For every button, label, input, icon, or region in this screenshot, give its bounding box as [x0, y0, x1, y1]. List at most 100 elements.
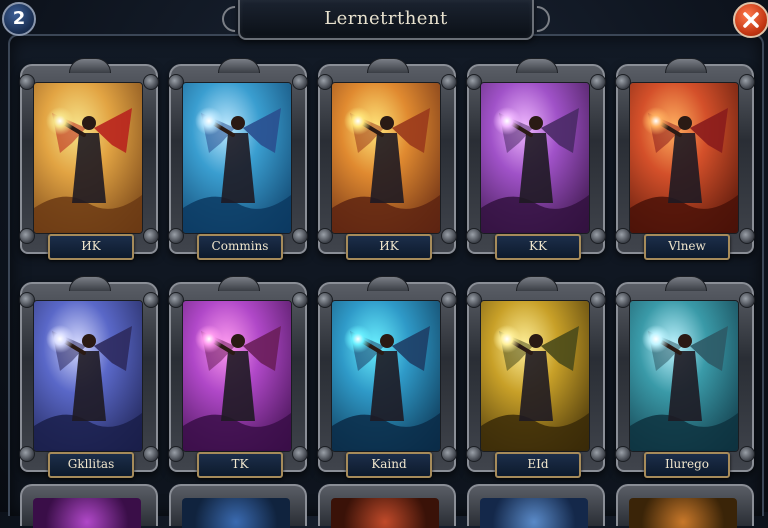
frame-rivet	[590, 74, 606, 90]
card-name-plate: KK	[495, 234, 581, 260]
card-art	[331, 300, 441, 452]
card-frame: Gkllitas	[19, 276, 159, 478]
card-crest	[516, 276, 558, 291]
card-art	[182, 300, 292, 452]
page-title: Lernetrthent	[324, 8, 448, 29]
card-art	[480, 82, 590, 234]
frame-rivet	[441, 446, 457, 462]
frame-rivet	[143, 446, 159, 462]
card-art	[182, 82, 292, 234]
close-icon	[743, 12, 759, 28]
hero-card-partial[interactable]	[616, 484, 754, 528]
card-frame: TK	[168, 276, 308, 478]
card-name: ИK	[379, 239, 399, 253]
card-art-image	[630, 301, 738, 451]
card-art	[331, 498, 439, 528]
hero-card[interactable]: KK	[466, 58, 606, 260]
card-art	[480, 498, 588, 528]
card-name: Commins	[211, 239, 269, 253]
card-frame: ИK	[19, 58, 159, 260]
card-name-plate: Ilurego	[644, 452, 730, 478]
card-crest	[218, 276, 260, 291]
hero-card[interactable]: Commins	[168, 58, 308, 260]
card-crest	[69, 58, 111, 73]
frame-rivet	[441, 74, 457, 90]
title-banner: Lernetrthent	[216, 0, 556, 40]
frame-rivet	[590, 446, 606, 462]
frame-rivet	[292, 228, 308, 244]
frame-rivet	[292, 446, 308, 462]
hero-card[interactable]: TK	[168, 276, 308, 478]
count-badge[interactable]: 2	[2, 2, 36, 36]
card-name: TK	[231, 457, 249, 471]
card-art	[331, 82, 441, 234]
card-name-plate: ИK	[48, 234, 134, 260]
card-art-image	[481, 83, 589, 233]
card-art	[182, 498, 290, 528]
hero-card[interactable]: EId	[466, 276, 606, 478]
hero-card[interactable]: Vlnew	[615, 58, 755, 260]
card-art-image	[183, 301, 291, 451]
card-art-image	[332, 301, 440, 451]
frame-rivet	[739, 228, 755, 244]
card-art-image	[34, 301, 142, 451]
card-crest	[367, 276, 409, 291]
frame-rivet	[292, 292, 308, 308]
hero-card[interactable]: ИK	[19, 58, 159, 260]
card-crest	[516, 58, 558, 73]
card-art	[33, 498, 141, 528]
frame-rivet	[441, 228, 457, 244]
card-frame: EId	[466, 276, 606, 478]
frame-rivet	[739, 74, 755, 90]
frame-rivet	[143, 74, 159, 90]
card-art-image	[481, 301, 589, 451]
card-frame: ИK	[317, 58, 457, 260]
card-art-image	[34, 83, 142, 233]
hero-card[interactable]: ИK	[317, 58, 457, 260]
card-art	[629, 300, 739, 452]
frame-rivet	[739, 292, 755, 308]
hero-card-partial[interactable]	[20, 484, 158, 528]
card-name-plate: Commins	[197, 234, 283, 260]
card-frame: Ilurego	[615, 276, 755, 478]
card-frame: KK	[466, 58, 606, 260]
hero-card[interactable]: Gkllitas	[19, 276, 159, 478]
card-name: Ilurego	[664, 457, 710, 471]
frame-rivet	[590, 292, 606, 308]
hero-card-partial[interactable]	[169, 484, 307, 528]
card-art-image	[332, 83, 440, 233]
card-name: Kaind	[371, 457, 407, 471]
card-name-plate: EId	[495, 452, 581, 478]
card-art	[33, 82, 143, 234]
card-frame: Commins	[168, 58, 308, 260]
frame-rivet	[143, 228, 159, 244]
hero-card[interactable]: Ilurego	[615, 276, 755, 478]
close-button[interactable]	[733, 2, 768, 38]
card-art	[629, 82, 739, 234]
card-name: Gkllitas	[67, 457, 115, 471]
card-name: KK	[529, 239, 547, 253]
card-name: Vlnew	[668, 239, 706, 253]
hero-card-partial[interactable]	[467, 484, 605, 528]
card-name-plate: Vlnew	[644, 234, 730, 260]
card-crest	[665, 276, 707, 291]
card-name: ИK	[81, 239, 101, 253]
card-art-image	[183, 83, 291, 233]
card-art	[629, 498, 737, 528]
card-frame: Vlnew	[615, 58, 755, 260]
card-name-plate: Kaind	[346, 452, 432, 478]
card-crest	[367, 58, 409, 73]
card-frame: Kaind	[317, 276, 457, 478]
card-crest	[665, 58, 707, 73]
frame-rivet	[441, 292, 457, 308]
card-name-plate: ИK	[346, 234, 432, 260]
card-art	[480, 300, 590, 452]
card-art	[33, 300, 143, 452]
card-crest	[69, 276, 111, 291]
hero-card[interactable]: Kaind	[317, 276, 457, 478]
hero-card-partial[interactable]	[318, 484, 456, 528]
card-crest	[218, 58, 260, 73]
card-art-image	[630, 83, 738, 233]
frame-rivet	[143, 292, 159, 308]
frame-rivet	[739, 446, 755, 462]
